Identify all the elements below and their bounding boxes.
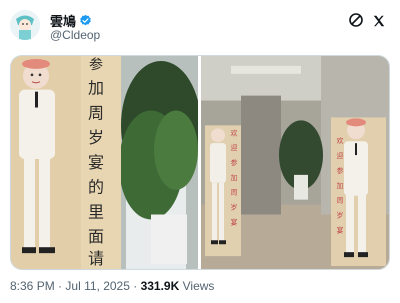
- svg-text:宴: 宴: [230, 217, 237, 226]
- avatar[interactable]: [10, 10, 40, 40]
- svg-text:请: 请: [88, 249, 104, 268]
- svg-text:欢: 欢: [336, 136, 343, 145]
- views-count: 331.9K: [140, 279, 180, 293]
- svg-text:周: 周: [88, 103, 104, 122]
- svg-text:迎: 迎: [230, 143, 237, 152]
- avatar-image: [10, 10, 40, 40]
- svg-text:欢: 欢: [230, 128, 237, 137]
- post-time[interactable]: 8:36 PM: [10, 279, 55, 293]
- svg-text:参: 参: [89, 56, 103, 73]
- author-handle[interactable]: @Cldeop: [50, 28, 100, 42]
- svg-text:里: 里: [88, 203, 104, 222]
- more-icon[interactable]: [348, 12, 364, 28]
- svg-text:参: 参: [336, 166, 343, 175]
- svg-text:宴: 宴: [336, 225, 343, 234]
- svg-text:岁: 岁: [88, 128, 104, 147]
- photo-right[interactable]: 欢 迎 参 加 周 岁 宴 欢 迎 参 加 周 岁 宴: [201, 56, 389, 269]
- x-logo-icon[interactable]: [372, 14, 386, 28]
- svg-text:加: 加: [230, 173, 237, 182]
- separator: ·: [133, 279, 138, 293]
- svg-text:岁: 岁: [230, 203, 237, 212]
- svg-text:宴: 宴: [88, 153, 104, 172]
- separator: ·: [58, 279, 63, 293]
- svg-text:参: 参: [230, 158, 237, 167]
- svg-text:的: 的: [88, 178, 104, 197]
- svg-text:面: 面: [88, 227, 104, 246]
- tweet-header: 雲鳩 @Cldeop: [10, 8, 390, 42]
- views-label: Views: [182, 279, 215, 293]
- svg-text:周: 周: [230, 189, 237, 197]
- svg-text:迎: 迎: [336, 151, 343, 160]
- svg-text:加: 加: [336, 181, 343, 190]
- photo-left[interactable]: 参 加 周 岁 宴 的 里 面 请: [11, 56, 198, 269]
- svg-text:周: 周: [336, 197, 343, 205]
- tweet-media[interactable]: 参 加 周 岁 宴 的 里 面 请 欢 迎 参 加 周 岁 宴 欢 迎 参 加 …: [10, 55, 390, 270]
- verified-badge-icon: [80, 14, 91, 26]
- svg-text:加: 加: [88, 79, 104, 98]
- svg-text:岁: 岁: [336, 211, 343, 220]
- post-date[interactable]: Jul 11, 2025: [65, 279, 130, 293]
- tweet-meta: 8:36 PM · Jul 11, 2025 · 331.9K Views: [10, 279, 214, 293]
